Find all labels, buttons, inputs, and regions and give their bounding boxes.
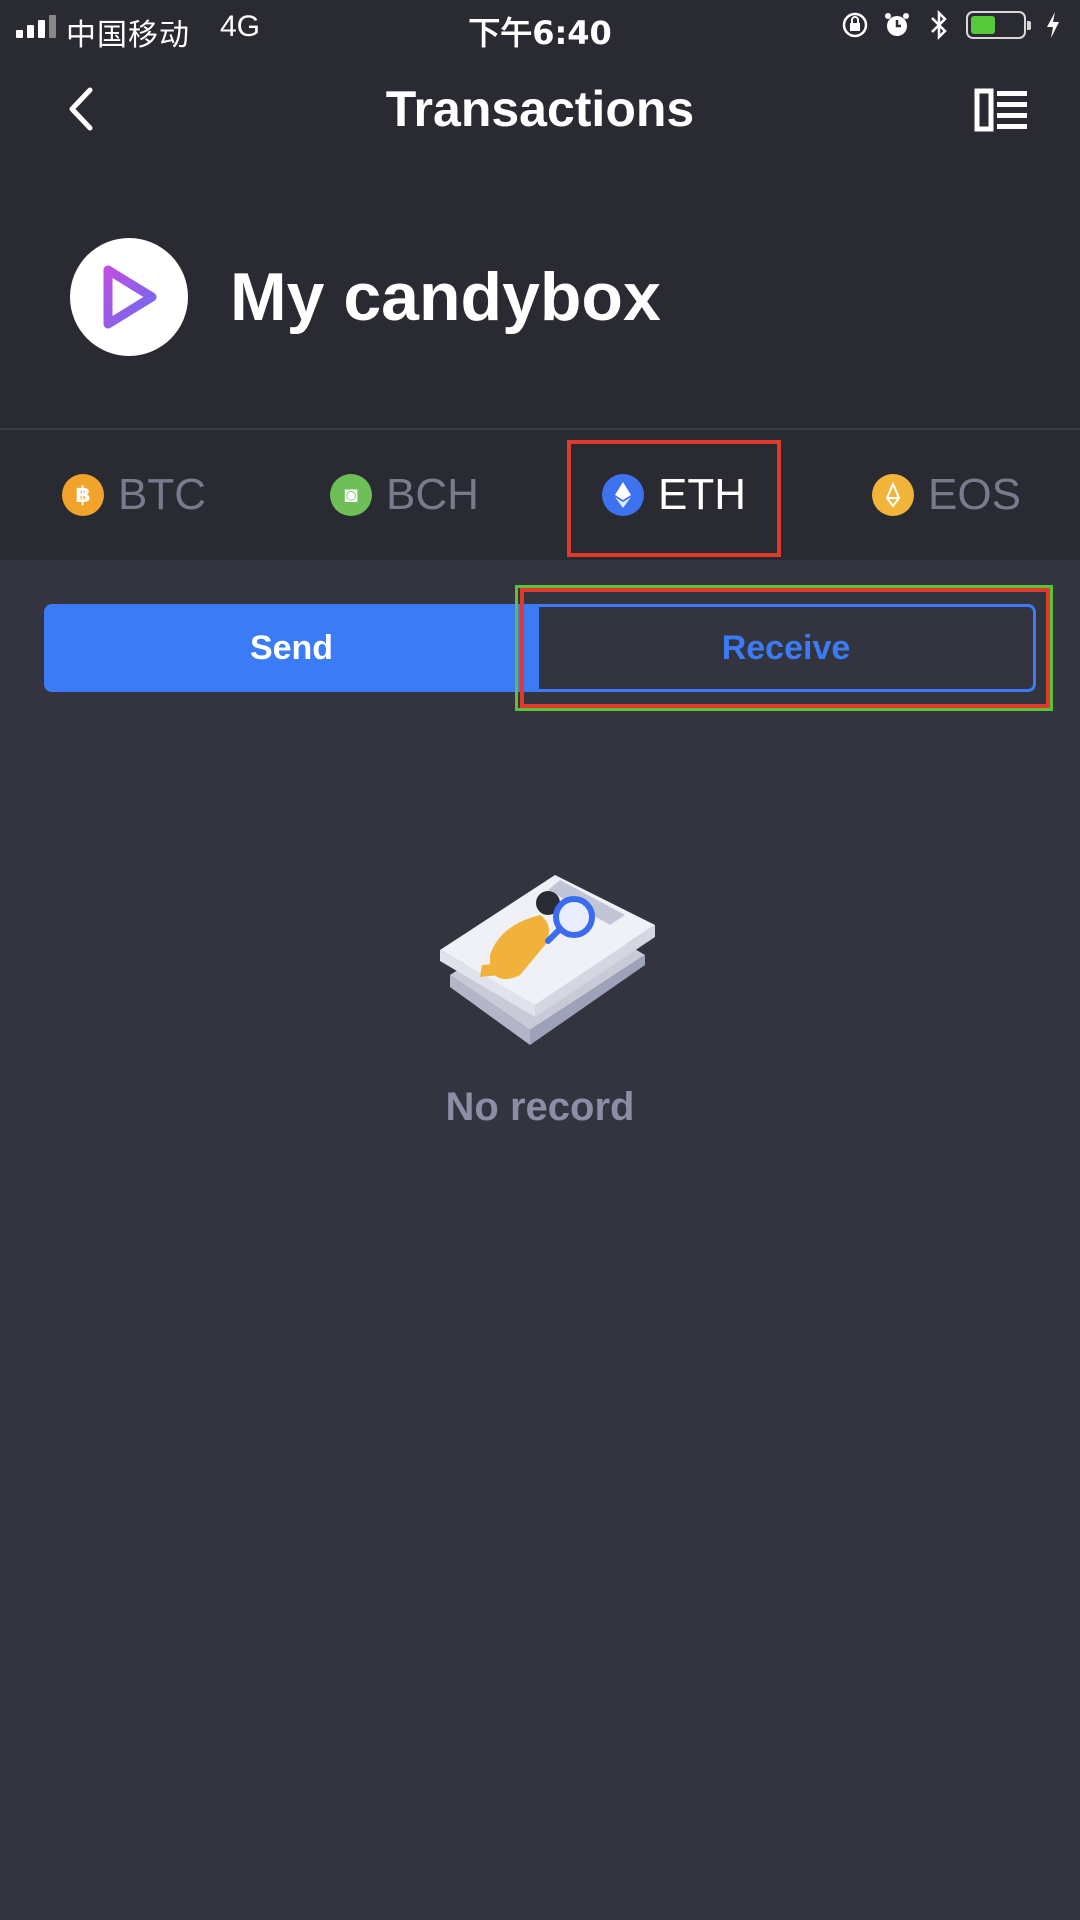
wallet-avatar	[70, 238, 188, 356]
tab-label: BCH	[386, 470, 479, 519]
eos-coin-icon	[872, 474, 914, 516]
empty-state-text: No record	[445, 1085, 635, 1129]
send-button[interactable]: Send	[44, 604, 539, 692]
alarm-icon	[882, 10, 912, 40]
eth-tab-highlight	[567, 440, 781, 557]
tab-bch[interactable]: ◙ BCH	[330, 430, 479, 560]
tab-btc[interactable]: ฿ BTC	[62, 430, 206, 560]
battery-icon	[966, 11, 1031, 39]
play-triangle-icon	[103, 265, 157, 329]
wallet-name: My candybox	[230, 259, 661, 335]
list-view-button[interactable]	[974, 88, 1030, 132]
tab-label: BTC	[118, 470, 206, 519]
tab-eos[interactable]: EOS	[872, 430, 1021, 560]
bluetooth-icon	[924, 10, 954, 40]
charging-icon	[1038, 10, 1068, 40]
search-document-illustration	[420, 845, 660, 1055]
receive-highlight-inner	[520, 588, 1050, 708]
status-icons	[840, 10, 1068, 40]
battery-level	[971, 16, 995, 34]
header-area	[0, 0, 1080, 428]
page-title: Transactions	[385, 81, 695, 137]
list-view-icon	[974, 88, 1027, 132]
status-bar: 中国移动 4G 下午6:40	[0, 0, 1080, 54]
tab-label: EOS	[928, 470, 1021, 519]
coin-tabs: ฿ BTC ◙ BCH ETH EOS	[0, 430, 1080, 560]
rotation-lock-icon	[840, 10, 870, 40]
bitcoin-cash-coin-icon: ◙	[330, 474, 372, 516]
bitcoin-coin-icon: ฿	[62, 474, 104, 516]
